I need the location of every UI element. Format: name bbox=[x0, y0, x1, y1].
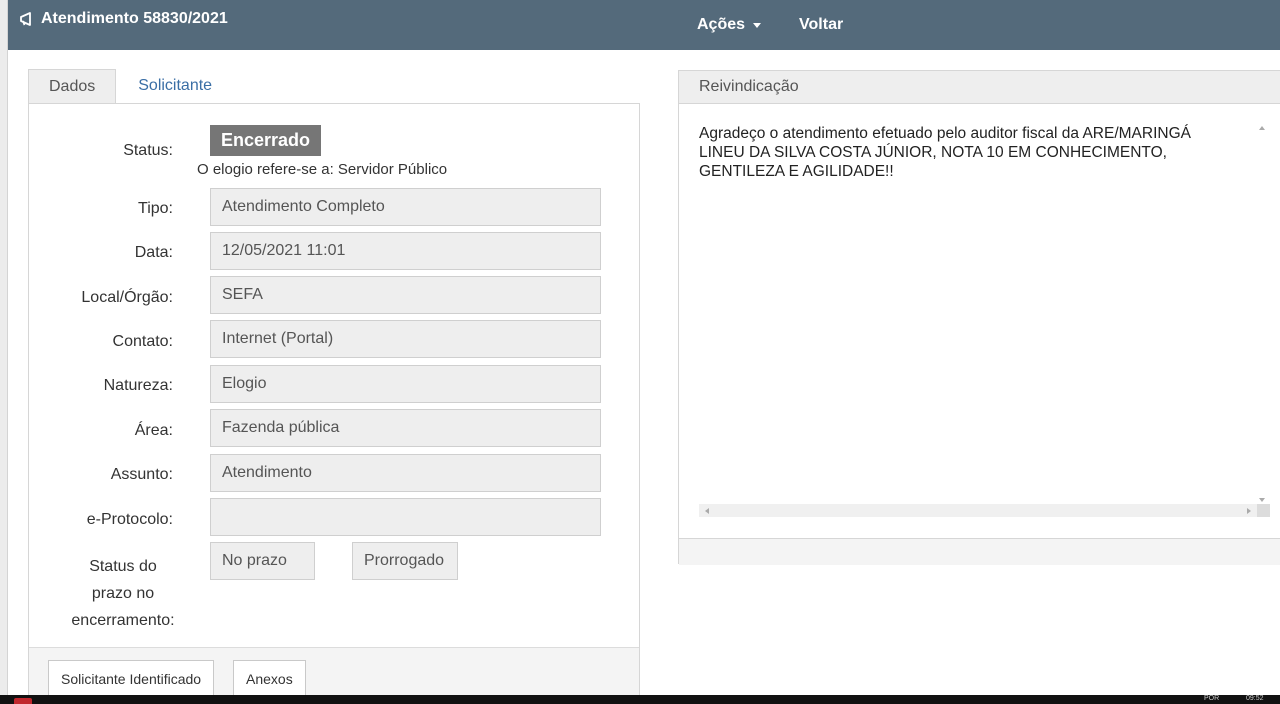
local-label: Local/Órgão: bbox=[81, 289, 173, 306]
no-prazo-field[interactable]: No prazo bbox=[210, 542, 315, 580]
deadline-status-label: Status do prazo no encerramento: bbox=[65, 553, 181, 634]
scroll-right-icon[interactable] bbox=[1247, 508, 1251, 514]
tab-solicitante[interactable]: Solicitante bbox=[116, 69, 232, 104]
details-panel: Status: Encerrado O elogio refere-se a: … bbox=[28, 103, 640, 704]
scroll-left-icon[interactable] bbox=[705, 508, 709, 514]
vertical-scrollbar[interactable] bbox=[1257, 124, 1268, 504]
solicitante-identificado-button[interactable]: Solicitante Identificado bbox=[48, 660, 215, 698]
scroll-up-icon[interactable] bbox=[1259, 126, 1265, 130]
assunto-label: Assunto: bbox=[110, 466, 173, 483]
resize-grip[interactable] bbox=[1257, 504, 1270, 517]
deadline-label-line3: encerramento: bbox=[71, 612, 175, 629]
reivindicacao-text: Agradeço o atendimento efetuado pelo aud… bbox=[699, 125, 1191, 180]
praise-note: O elogio refere-se a: Servidor Público bbox=[197, 161, 448, 178]
deadline-label-line2: prazo no bbox=[91, 585, 155, 602]
os-taskbar: POR 09:52 bbox=[0, 695, 1280, 704]
deadline-label-line1: Status do bbox=[89, 558, 157, 575]
voltar-label: Voltar bbox=[799, 16, 844, 33]
caret-down-icon bbox=[753, 22, 762, 28]
natureza-label: Natureza: bbox=[103, 377, 173, 394]
taskbar-clock: 09:52 bbox=[1246, 695, 1264, 702]
voltar-link[interactable]: Voltar bbox=[799, 16, 843, 34]
tipo-label: Tipo: bbox=[138, 200, 173, 217]
contato-field[interactable]: Internet (Portal) bbox=[210, 320, 601, 358]
area-field[interactable]: Fazenda pública bbox=[210, 409, 601, 447]
scroll-down-icon[interactable] bbox=[1259, 498, 1265, 502]
taskbar-language: POR bbox=[1204, 695, 1220, 702]
contato-label: Contato: bbox=[112, 333, 173, 350]
data-field[interactable]: 12/05/2021 11:01 bbox=[210, 232, 601, 270]
top-nav: Ações Voltar bbox=[697, 16, 843, 34]
page-title: Atendimento 58830/2021 bbox=[19, 10, 228, 28]
tab-dados[interactable]: Dados bbox=[28, 69, 117, 105]
tipo-field[interactable]: Atendimento Completo bbox=[210, 188, 601, 226]
page-title-text: Atendimento 58830/2021 bbox=[41, 10, 228, 27]
anexos-button[interactable]: Anexos bbox=[233, 660, 306, 698]
prorrogado-field[interactable]: Prorrogado bbox=[352, 542, 458, 580]
eprotocolo-field[interactable] bbox=[210, 498, 601, 536]
acoes-label: Ações bbox=[697, 16, 746, 33]
tab-bar: Dados Solicitante bbox=[28, 69, 232, 105]
acoes-dropdown[interactable]: Ações bbox=[697, 16, 762, 34]
data-label: Data: bbox=[134, 244, 173, 261]
eprotocolo-label: e-Protocolo: bbox=[86, 511, 173, 528]
top-bar: Atendimento 58830/2021 Ações Voltar bbox=[8, 0, 1280, 50]
megaphone-icon bbox=[19, 12, 37, 26]
area-label: Área: bbox=[134, 422, 173, 439]
assunto-field[interactable]: Atendimento bbox=[210, 454, 601, 492]
reivindicacao-panel: Reivindicação Agradeço o atendimento efe… bbox=[678, 70, 1280, 565]
reivindicacao-footer bbox=[679, 538, 1280, 565]
status-label: Status: bbox=[123, 142, 173, 159]
start-icon[interactable] bbox=[14, 698, 32, 704]
natureza-field[interactable]: Elogio bbox=[210, 365, 601, 403]
local-field[interactable]: SEFA bbox=[210, 276, 601, 314]
horizontal-scrollbar[interactable] bbox=[699, 504, 1257, 517]
status-badge: Encerrado bbox=[210, 125, 322, 156]
left-edge-bar bbox=[0, 0, 8, 704]
reivindicacao-heading: Reivindicação bbox=[679, 71, 1280, 104]
